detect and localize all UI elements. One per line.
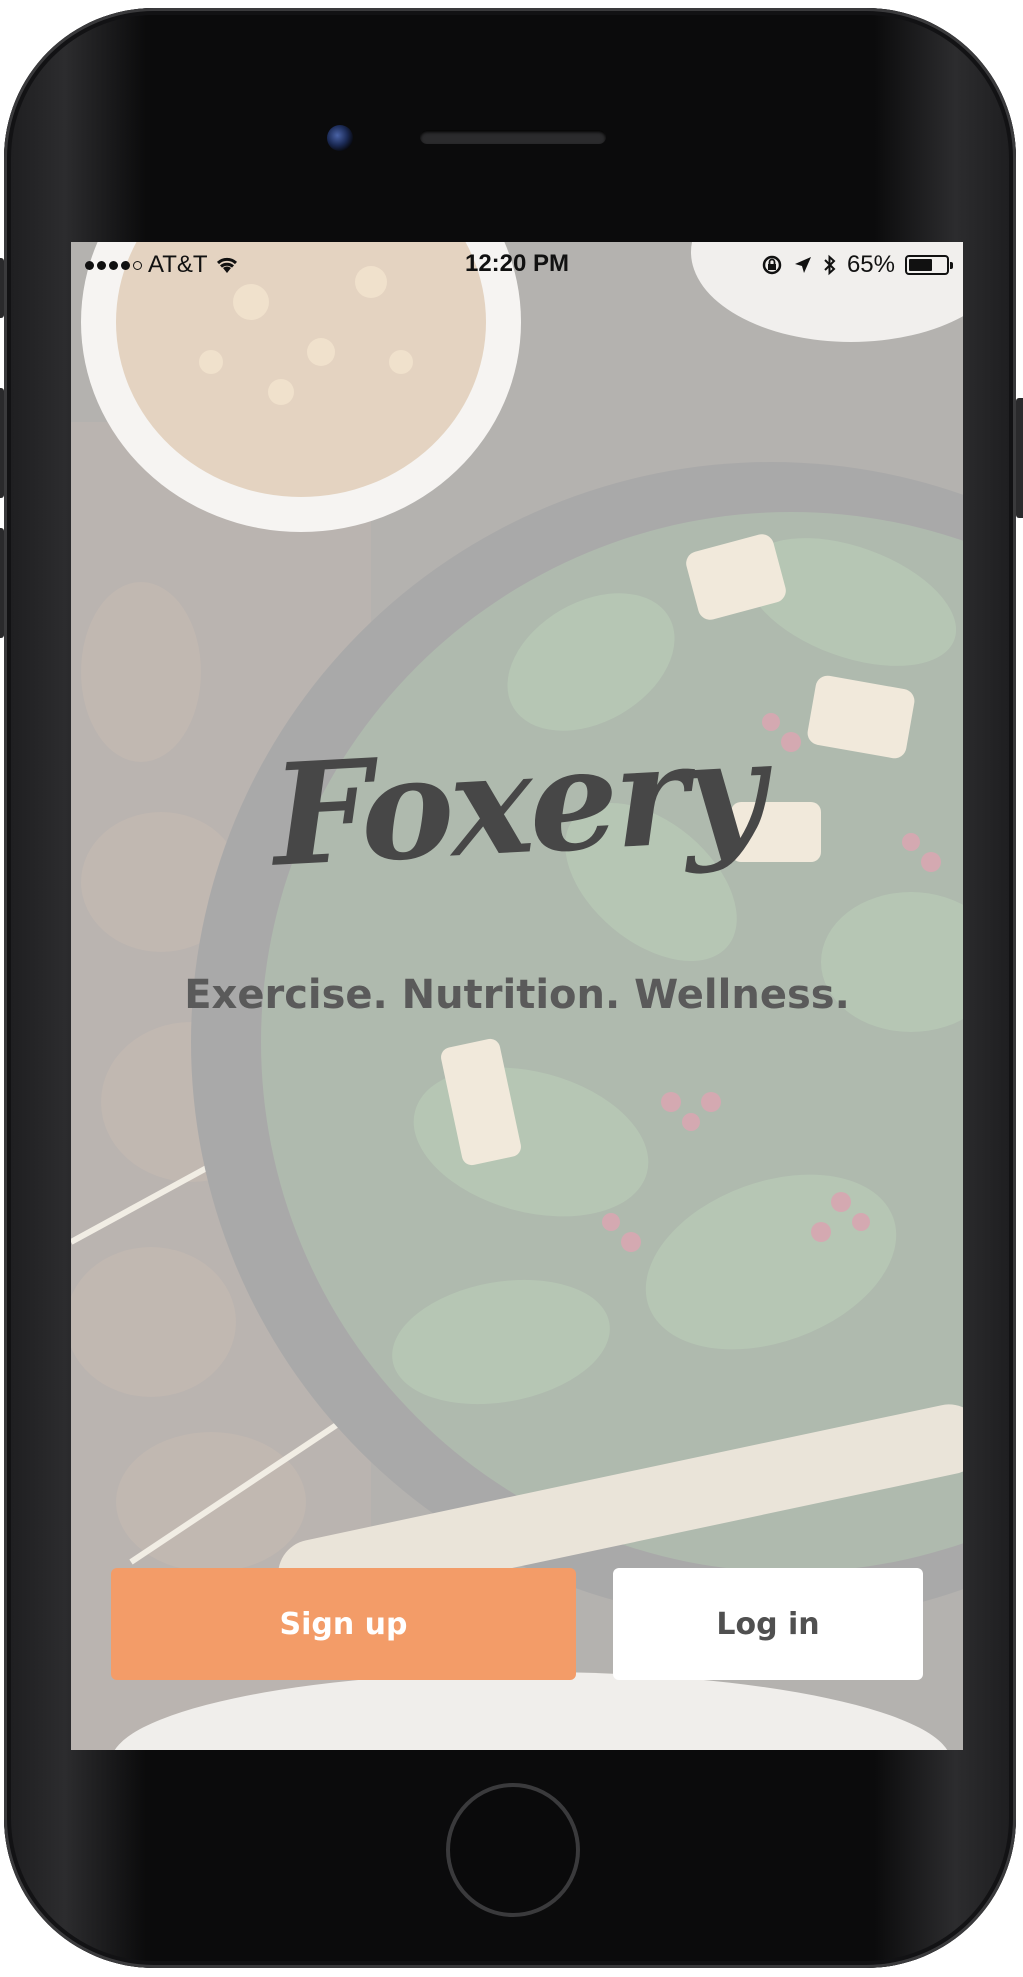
- log-in-button[interactable]: Log in: [613, 1568, 923, 1680]
- battery-level: [909, 259, 932, 271]
- battery-icon: [905, 255, 953, 275]
- front-camera: [327, 125, 353, 151]
- sign-up-button[interactable]: Sign up: [111, 1568, 576, 1680]
- app-tagline: Exercise. Nutrition. Wellness.: [184, 972, 850, 1018]
- app-screen: AT&T 12:20 PM 65% Foxery Exercise. Nutri…: [71, 242, 963, 1750]
- volume-up-button: [0, 388, 4, 498]
- power-button: [1016, 398, 1023, 518]
- home-button[interactable]: [446, 1783, 580, 1917]
- location-icon: [794, 257, 811, 273]
- earpiece-speaker: [420, 130, 606, 144]
- volume-down-button: [0, 528, 4, 638]
- status-right: 65%: [761, 251, 953, 279]
- lock-rotation-icon: [762, 255, 782, 275]
- mute-switch: [0, 258, 4, 318]
- bluetooth-icon: [824, 254, 836, 276]
- phone-frame: AT&T 12:20 PM 65% Foxery Exercise. Nutri…: [0, 8, 1023, 1968]
- battery-cap: [950, 262, 953, 269]
- battery-percentage: 65%: [846, 251, 895, 278]
- status-bar: AT&T 12:20 PM 65%: [71, 242, 963, 286]
